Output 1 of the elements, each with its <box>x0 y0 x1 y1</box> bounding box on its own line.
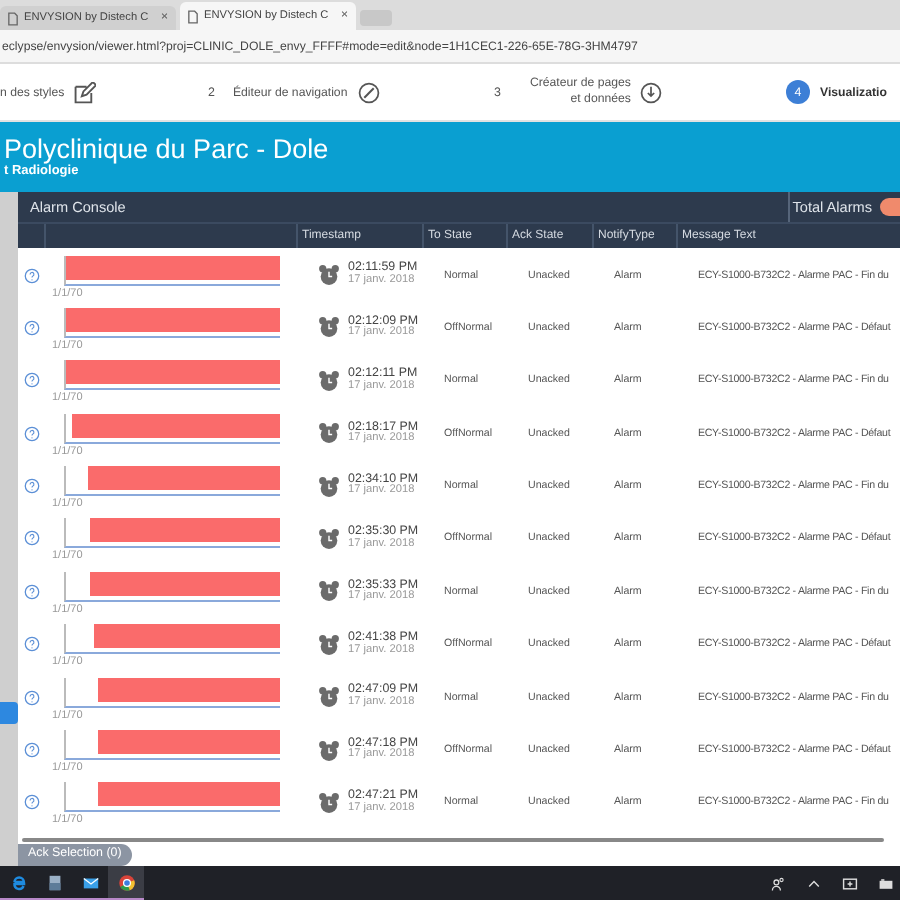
site-title: Polyclinique du Parc - Dole <box>4 135 331 164</box>
